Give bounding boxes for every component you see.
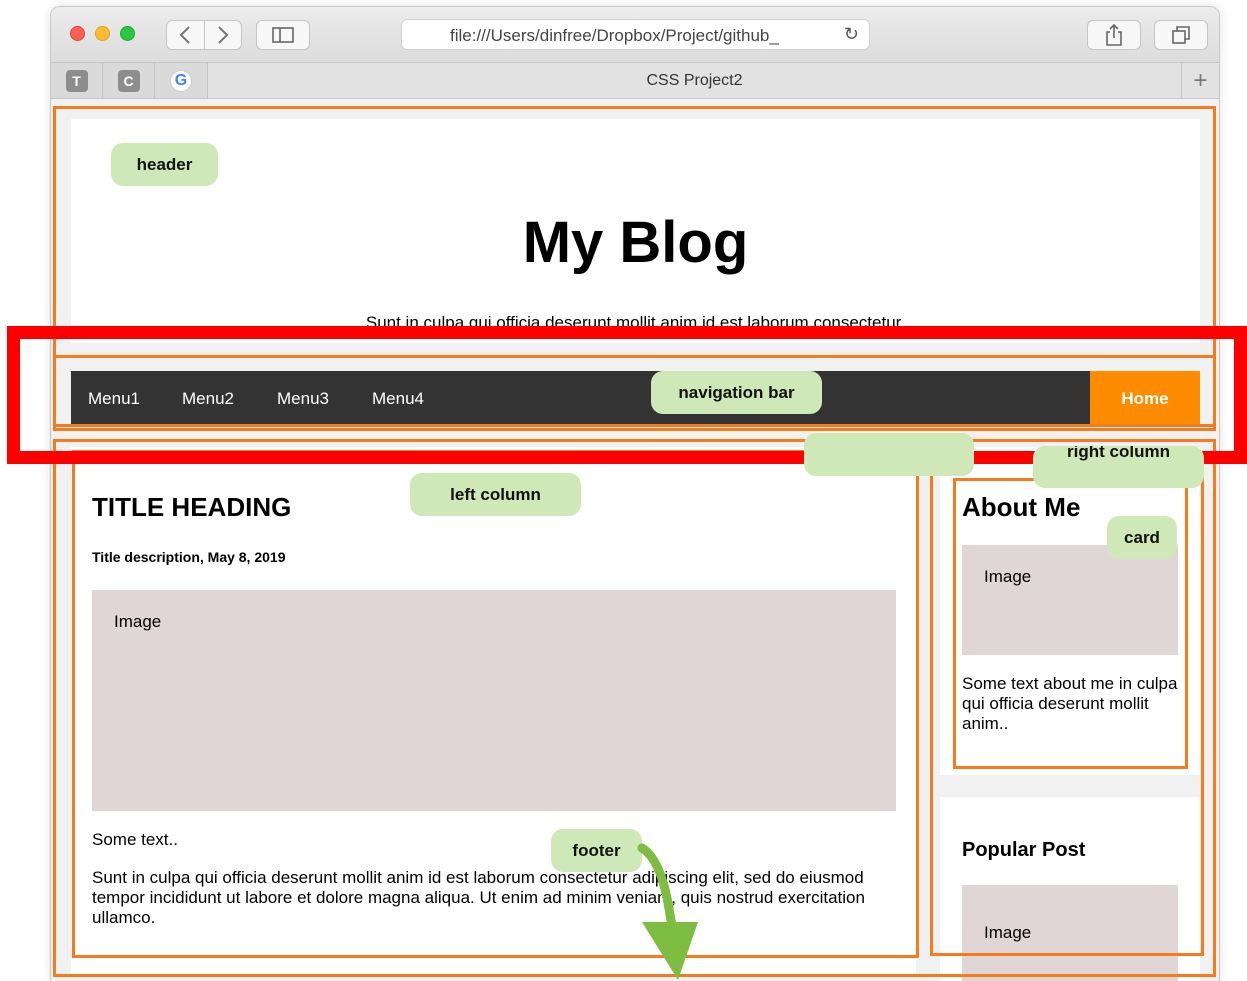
right-column-annotation-tag: right column	[1033, 446, 1204, 488]
pinned-tab-t[interactable]: T	[51, 63, 103, 98]
footer-arrow-icon	[637, 843, 698, 980]
pinned-tab-google[interactable]: G	[155, 63, 208, 98]
back-button[interactable]	[167, 21, 204, 49]
forward-button[interactable]	[203, 21, 242, 49]
t-favicon-icon: T	[65, 69, 88, 92]
share-icon	[1106, 24, 1122, 46]
show-tabs-button[interactable]	[1154, 20, 1208, 50]
address-bar[interactable]: file:///Users/dinfree/Dropbox/Project/gi…	[401, 19, 870, 50]
zoom-window-button[interactable]	[120, 26, 135, 41]
navigation-bar-highlight	[7, 326, 1247, 464]
google-favicon-icon: G	[170, 69, 192, 92]
reload-icon[interactable]: ↻	[844, 24, 859, 45]
new-tab-button[interactable]: +	[1181, 63, 1219, 98]
sidebar-toggle-button[interactable]	[256, 20, 310, 50]
hidden-annotation-tag	[804, 433, 974, 476]
history-nav-group	[166, 20, 242, 50]
sidebar-icon	[272, 27, 294, 43]
active-tab-title[interactable]: CSS Project2	[208, 72, 1181, 90]
left-column-annotation-label: left column	[450, 484, 541, 504]
card-annotation-label: card	[1124, 527, 1160, 547]
navigation-bar-annotation-label: navigation bar	[678, 382, 795, 402]
chevron-left-icon	[179, 26, 190, 44]
tabs-overview-icon	[1172, 26, 1190, 44]
navigation-bar-annotation-tag: navigation bar	[651, 371, 822, 414]
header-annotation-label: header	[136, 154, 193, 174]
left-column-outline	[72, 450, 919, 958]
left-column-annotation-tag: left column	[410, 473, 581, 516]
share-button[interactable]	[1087, 20, 1141, 50]
right-column-annotation-label: right column	[1067, 446, 1170, 461]
footer-annotation-label: footer	[572, 840, 621, 860]
header-annotation-tag: header	[111, 143, 218, 186]
card-annotation-tag: card	[1107, 516, 1177, 559]
browser-toolbar: file:///Users/dinfree/Dropbox/Project/gi…	[51, 7, 1219, 62]
close-window-button[interactable]	[70, 26, 85, 41]
pinned-tab-c[interactable]: C	[103, 63, 155, 98]
c-favicon-icon: C	[117, 69, 140, 92]
tab-bar: T C G CSS Project2 +	[51, 62, 1219, 99]
minimize-window-button[interactable]	[95, 26, 110, 41]
chevron-right-icon	[218, 26, 229, 44]
url-text[interactable]: file:///Users/dinfree/Dropbox/Project/gi…	[450, 26, 825, 46]
